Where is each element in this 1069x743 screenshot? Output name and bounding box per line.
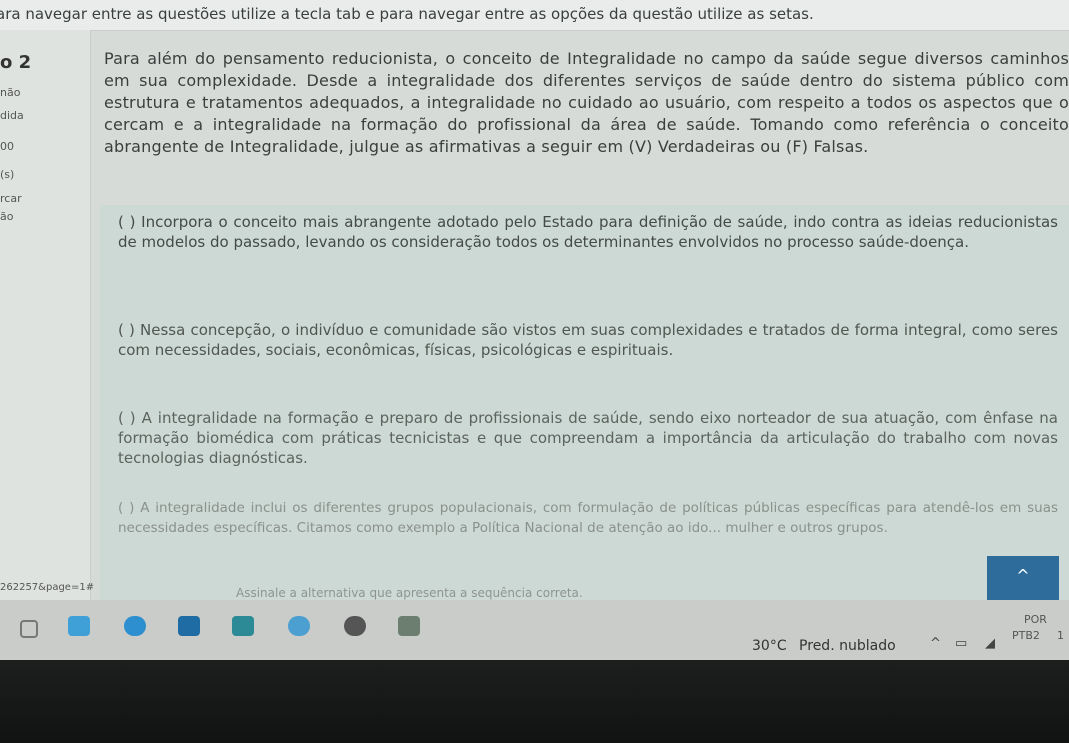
answer-panel [100,205,1069,600]
statement-item[interactable]: ( ) Nessa concepção, o indivíduo e comun… [118,320,1058,360]
app-store-icon[interactable] [178,616,200,636]
status-fragment: dida [0,109,24,122]
statement-item[interactable]: ( ) Incorpora o conceito mais abrangente… [118,212,1058,252]
question-sidebar: o 2 não dida 00 (s) rcar ão 262257&page=… [0,30,95,600]
question-number: o 2 [0,52,32,73]
task-view-icon[interactable] [20,620,38,638]
score-fragment: 00 [0,140,14,153]
scroll-to-top-button[interactable]: ^ [987,556,1059,600]
app-icon[interactable] [288,616,310,636]
question-text: Para além do pensamento reducionista, o … [104,49,1069,156]
battery-icon[interactable]: ▭ [955,636,967,651]
language-code: POR [1024,613,1047,626]
weather-widget[interactable]: 30°C Pred. nublado [752,638,896,654]
dell-icon[interactable] [344,616,366,636]
monitor-bezel [0,660,1069,743]
keyboard-layout: PTB2 [1012,629,1040,642]
statement-item[interactable]: ( ) A integralidade na formação e prepar… [118,408,1058,468]
score-fragment: (s) [0,168,15,181]
instructions-text: ara navegar entre as questões utilize a … [0,5,814,23]
answer-instruction: Assinale a alternativa que apresenta a s… [236,586,583,600]
browser-icon[interactable] [124,616,146,636]
chevron-up-icon: ^ [1016,566,1030,585]
instructions-bar: ara navegar entre as questões utilize a … [0,0,1069,31]
language-indicator[interactable]: POR PTB2 [1012,612,1047,644]
taskbar [0,600,1069,660]
app-icon[interactable] [398,616,420,636]
statement-item[interactable]: ( ) A integralidade inclui os diferentes… [118,498,1058,538]
chevron-up-icon[interactable]: ^ [930,636,941,651]
url-fragment: 262257&page=1# [0,582,95,593]
clock-fragment: 1 [1057,629,1064,642]
network-icon[interactable]: ◢ [985,636,995,651]
edge-browser-icon[interactable] [68,616,90,636]
weather-status: Pred. nublado [799,638,896,654]
mail-icon[interactable] [232,616,254,636]
flag-fragment[interactable]: rcar [0,192,22,205]
status-fragment: não [0,86,21,99]
temperature: 30°C [752,638,787,654]
flag-fragment: ão [0,210,14,223]
